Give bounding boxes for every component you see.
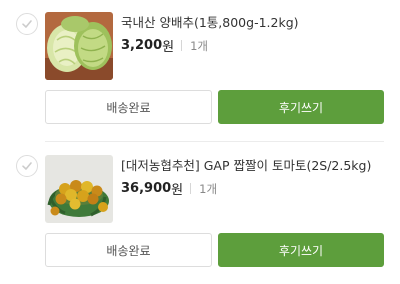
cabbage-image [45, 12, 113, 80]
product-name[interactable]: 국내산 양배추(1통,800g-1.2kg) [121, 12, 299, 31]
product-name[interactable]: [대저농협추천] GAP 짭짤이 토마토(2S/2.5kg) [121, 155, 371, 174]
currency-unit: 원 [171, 183, 184, 198]
price-row: 36,900 원 1개 [121, 179, 217, 198]
price-row: 3,200 원 1개 [121, 36, 208, 55]
order-item: 국내산 양배추(1통,800g-1.2kg) 3,200 원 1개 배송완료 후… [0, 0, 400, 142]
write-review-button[interactable]: 후기쓰기 [218, 233, 384, 267]
currency-unit: 원 [162, 40, 175, 55]
tomato-bowl-image [45, 155, 113, 223]
product-thumbnail[interactable] [45, 155, 113, 223]
check-icon [22, 162, 32, 170]
product-price: 3,200 [121, 38, 163, 53]
delivery-status-button[interactable]: 배송완료 [45, 233, 212, 267]
quantity: 1개 [190, 38, 208, 53]
item-divider [45, 141, 384, 142]
product-price: 36,900 [121, 181, 172, 196]
divider [181, 40, 183, 51]
order-item: [대저농협추천] GAP 짭짤이 토마토(2S/2.5kg) 36,900 원 … [0, 143, 400, 284]
quantity: 1개 [199, 181, 218, 196]
write-review-button[interactable]: 후기쓰기 [218, 90, 384, 124]
divider [190, 183, 192, 194]
check-icon [22, 20, 32, 28]
select-checkbox[interactable] [16, 13, 38, 35]
delivery-status-button[interactable]: 배송완료 [45, 90, 212, 124]
product-thumbnail[interactable] [45, 12, 113, 80]
select-checkbox[interactable] [16, 155, 38, 177]
